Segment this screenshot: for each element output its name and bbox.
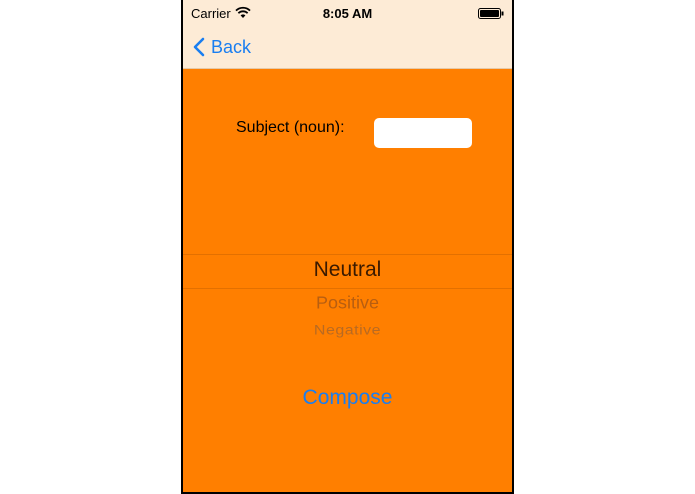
picker-selection-bottom-line <box>183 288 512 289</box>
picker-option-neutral[interactable]: Neutral <box>183 258 512 282</box>
subject-label: Subject (noun): <box>236 119 345 136</box>
app-screen: Carrier 8:05 AM Back Subject (noun): Neu… <box>183 0 512 492</box>
device-frame: Carrier 8:05 AM Back Subject (noun): Neu… <box>181 0 514 494</box>
navigation-bar: Back <box>183 26 512 69</box>
picker-option-positive[interactable]: Positive <box>183 294 512 314</box>
back-label: Back <box>211 36 252 57</box>
status-time: 8:05 AM <box>322 6 373 21</box>
status-bar: Carrier 8:05 AM <box>183 0 512 26</box>
sentiment-picker[interactable]: Neutral Positive Negative <box>183 196 512 358</box>
picker-option-negative[interactable]: Negative <box>183 323 512 339</box>
subject-input[interactable] <box>374 118 472 148</box>
compose-button[interactable]: Compose <box>183 386 512 410</box>
chevron-left-icon <box>193 37 205 57</box>
picker-selection-top-line <box>183 254 512 255</box>
back-button[interactable]: Back <box>193 34 251 60</box>
battery-icon <box>478 8 504 19</box>
